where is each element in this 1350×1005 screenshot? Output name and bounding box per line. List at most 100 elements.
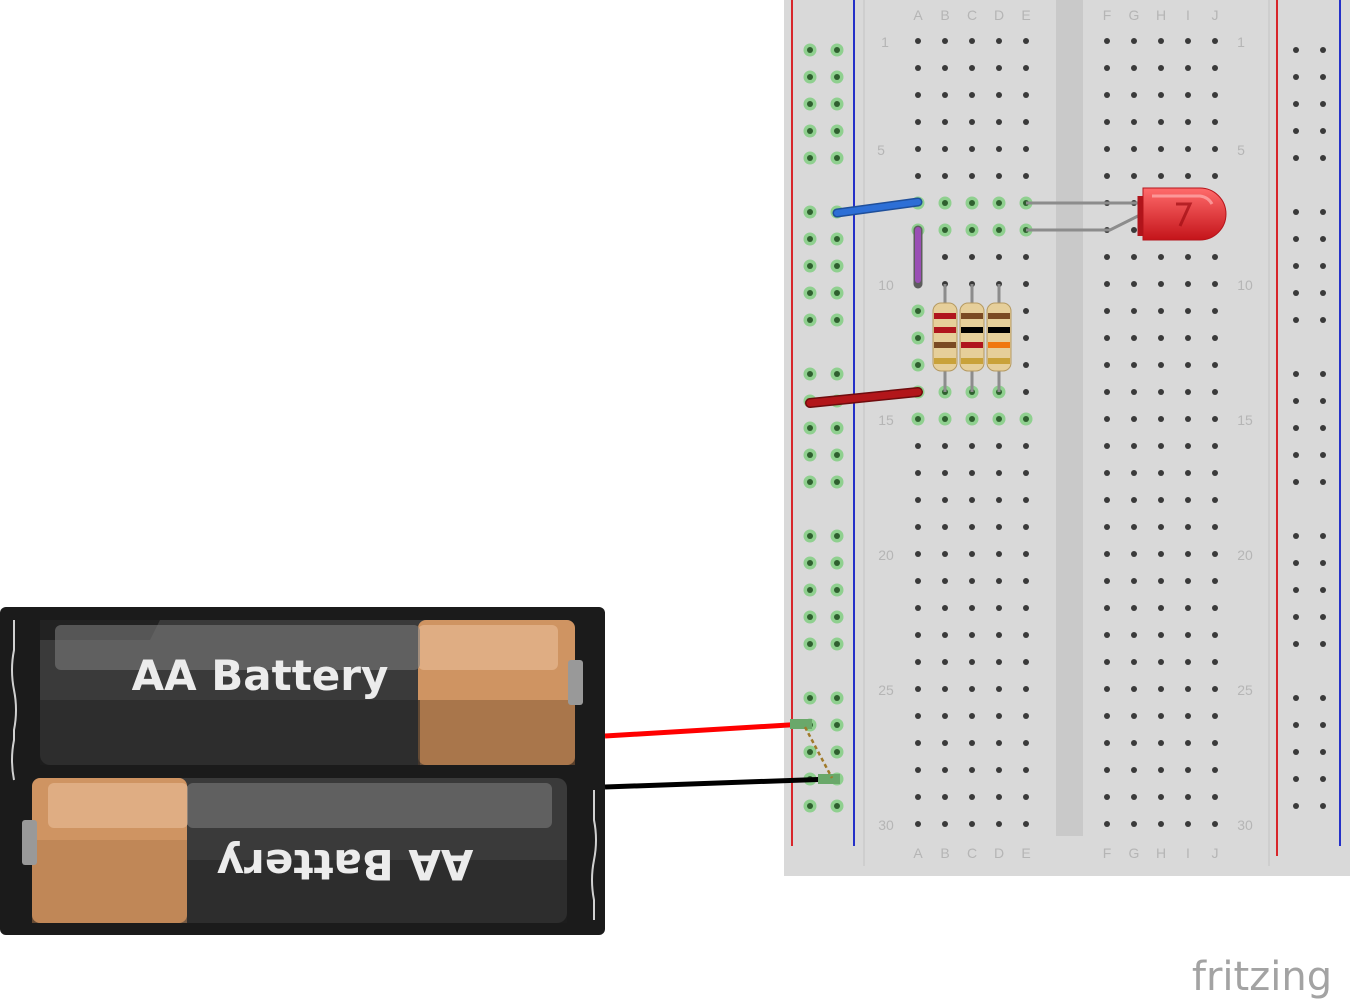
rail-hole[interactable]: [1320, 479, 1326, 485]
breadboard-hole[interactable]: [1131, 227, 1137, 233]
breadboard-hole[interactable]: [969, 605, 975, 611]
breadboard-hole[interactable]: [996, 416, 1002, 422]
rail-hole[interactable]: [1320, 128, 1326, 134]
breadboard-hole[interactable]: [942, 605, 948, 611]
breadboard-hole[interactable]: [1023, 713, 1029, 719]
breadboard-hole[interactable]: [1131, 632, 1137, 638]
breadboard-hole[interactable]: [1212, 740, 1218, 746]
breadboard-hole[interactable]: [969, 578, 975, 584]
rail-hole[interactable]: [1320, 317, 1326, 323]
breadboard-hole[interactable]: [1212, 416, 1218, 422]
breadboard-hole[interactable]: [1023, 173, 1029, 179]
breadboard-hole[interactable]: [1158, 794, 1164, 800]
rail-hole[interactable]: [1293, 749, 1299, 755]
breadboard-hole[interactable]: [1131, 470, 1137, 476]
breadboard-hole[interactable]: [1131, 173, 1137, 179]
rail-hole[interactable]: [834, 803, 840, 809]
breadboard-hole[interactable]: [996, 470, 1002, 476]
rail-hole[interactable]: [807, 695, 813, 701]
rail-hole[interactable]: [807, 749, 813, 755]
breadboard-hole[interactable]: [1212, 524, 1218, 530]
breadboard-hole[interactable]: [1131, 497, 1137, 503]
breadboard-hole[interactable]: [1158, 821, 1164, 827]
breadboard-hole[interactable]: [996, 551, 1002, 557]
rail-hole[interactable]: [1320, 695, 1326, 701]
rail-hole[interactable]: [807, 614, 813, 620]
breadboard-hole[interactable]: [996, 605, 1002, 611]
rail-hole[interactable]: [1293, 452, 1299, 458]
breadboard-hole[interactable]: [1131, 524, 1137, 530]
breadboard-hole[interactable]: [1212, 794, 1218, 800]
breadboard-hole[interactable]: [942, 686, 948, 692]
breadboard-hole[interactable]: [1158, 65, 1164, 71]
breadboard-hole[interactable]: [996, 578, 1002, 584]
breadboard-hole[interactable]: [942, 767, 948, 773]
breadboard-hole[interactable]: [1158, 92, 1164, 98]
breadboard-hole[interactable]: [1104, 281, 1110, 287]
breadboard-hole[interactable]: [1212, 389, 1218, 395]
rail-hole[interactable]: [834, 128, 840, 134]
breadboard-hole[interactable]: [1023, 686, 1029, 692]
breadboard-hole[interactable]: [942, 578, 948, 584]
breadboard-hole[interactable]: [969, 200, 975, 206]
breadboard-hole[interactable]: [1104, 416, 1110, 422]
breadboard-hole[interactable]: [1104, 38, 1110, 44]
breadboard-hole[interactable]: [1131, 605, 1137, 611]
breadboard-hole[interactable]: [1023, 389, 1029, 395]
breadboard-hole[interactable]: [1158, 416, 1164, 422]
breadboard-hole[interactable]: [1185, 362, 1191, 368]
rail-hole[interactable]: [1320, 722, 1326, 728]
rail-hole[interactable]: [1293, 587, 1299, 593]
breadboard-hole[interactable]: [915, 443, 921, 449]
rail-hole[interactable]: [1293, 317, 1299, 323]
breadboard-hole[interactable]: [1023, 767, 1029, 773]
breadboard-hole[interactable]: [915, 605, 921, 611]
breadboard-hole[interactable]: [969, 38, 975, 44]
breadboard-hole[interactable]: [996, 119, 1002, 125]
breadboard-hole[interactable]: [1212, 497, 1218, 503]
breadboard-hole[interactable]: [1158, 524, 1164, 530]
breadboard-hole[interactable]: [1158, 362, 1164, 368]
breadboard-hole[interactable]: [915, 767, 921, 773]
breadboard-hole[interactable]: [1212, 308, 1218, 314]
breadboard-hole[interactable]: [942, 146, 948, 152]
breadboard-hole[interactable]: [996, 227, 1002, 233]
rail-hole[interactable]: [1320, 155, 1326, 161]
rail-hole[interactable]: [1293, 479, 1299, 485]
rail-hole[interactable]: [1320, 290, 1326, 296]
breadboard-hole[interactable]: [1185, 443, 1191, 449]
breadboard-hole[interactable]: [996, 524, 1002, 530]
breadboard-hole[interactable]: [969, 659, 975, 665]
rail-hole[interactable]: [1293, 128, 1299, 134]
breadboard-hole[interactable]: [1104, 740, 1110, 746]
breadboard-hole[interactable]: [1158, 605, 1164, 611]
breadboard-hole[interactable]: [915, 497, 921, 503]
rail-hole[interactable]: [834, 74, 840, 80]
breadboard-hole[interactable]: [1158, 578, 1164, 584]
rail-hole[interactable]: [807, 155, 813, 161]
rail-hole[interactable]: [1320, 452, 1326, 458]
breadboard-hole[interactable]: [1212, 767, 1218, 773]
breadboard-hole[interactable]: [942, 443, 948, 449]
rail-hole[interactable]: [1320, 587, 1326, 593]
breadboard-hole[interactable]: [1185, 686, 1191, 692]
rail-hole[interactable]: [834, 695, 840, 701]
breadboard-hole[interactable]: [1158, 308, 1164, 314]
breadboard-hole[interactable]: [915, 92, 921, 98]
rail-hole[interactable]: [1320, 371, 1326, 377]
breadboard-hole[interactable]: [1104, 632, 1110, 638]
rail-hole[interactable]: [834, 479, 840, 485]
rail-hole[interactable]: [834, 317, 840, 323]
breadboard-hole[interactable]: [1212, 173, 1218, 179]
rail-hole[interactable]: [834, 290, 840, 296]
breadboard-hole[interactable]: [1104, 767, 1110, 773]
breadboard-hole[interactable]: [1023, 605, 1029, 611]
breadboard-hole[interactable]: [969, 821, 975, 827]
breadboard-hole[interactable]: [942, 470, 948, 476]
breadboard-hole[interactable]: [1104, 794, 1110, 800]
breadboard-hole[interactable]: [1158, 713, 1164, 719]
breadboard-hole[interactable]: [1131, 794, 1137, 800]
breadboard-hole[interactable]: [1104, 65, 1110, 71]
breadboard-hole[interactable]: [1131, 308, 1137, 314]
breadboard-hole[interactable]: [942, 632, 948, 638]
